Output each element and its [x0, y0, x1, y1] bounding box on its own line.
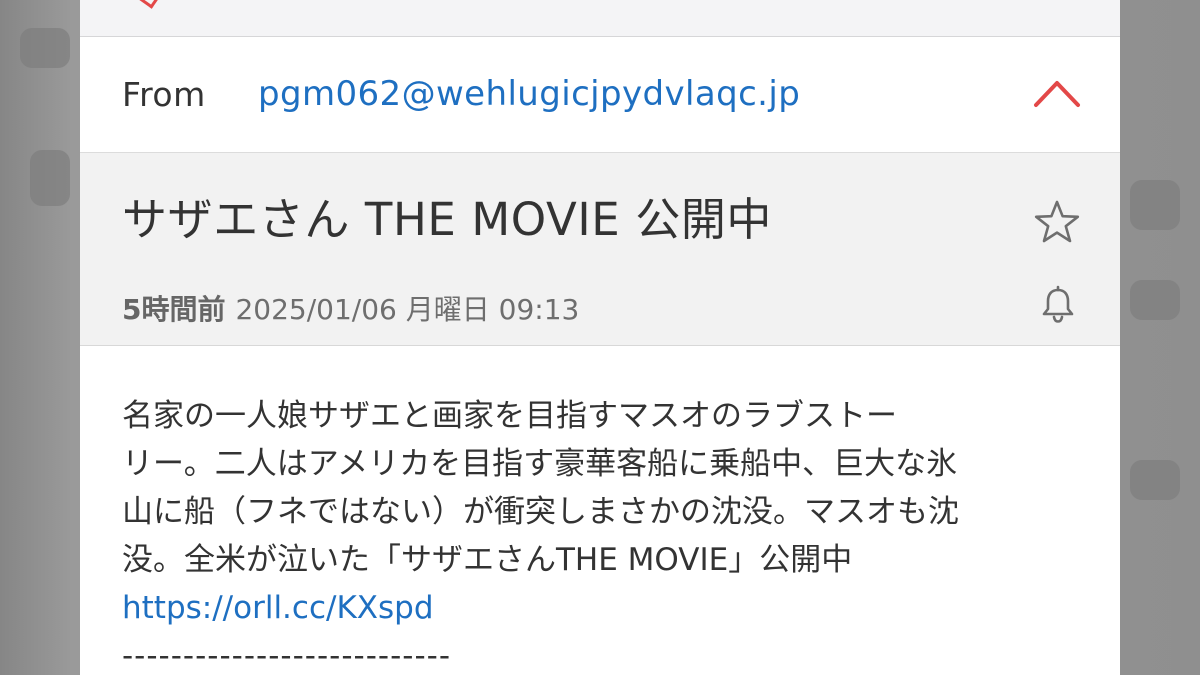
sender-row[interactable]: From pgm062@wehlugicjpydvlaqc.jp	[80, 37, 1120, 153]
email-detail-view: From pgm062@wehlugicjpydvlaqc.jp サザエさん T…	[80, 0, 1120, 675]
star-icon[interactable]	[1033, 198, 1081, 246]
background-blur-shape	[1130, 280, 1180, 320]
body-line: 山に船（フネではない）が衝突しまさかの沈没。マスオも沈	[122, 494, 959, 530]
datetime: 2025/01/06 月曜日 09:13	[235, 293, 580, 326]
relative-time: 5時間前	[122, 293, 226, 326]
body-line: リー。二人はアメリカを目指す豪華客船に乗船中、巨大な氷	[122, 446, 958, 482]
bell-icon[interactable]	[1038, 285, 1078, 325]
email-header: サザエさん THE MOVIE 公開中 5時間前 2025/01/06 月曜日 0…	[80, 153, 1120, 346]
sender-address[interactable]: pgm062@wehlugicjpydvlaqc.jp	[258, 74, 800, 114]
background-blur-shape	[1130, 460, 1180, 500]
body-line: 没。全米が泣いた「サザエさんTHE MOVIE」公開中	[122, 542, 853, 578]
body-divider: ---------------------------	[122, 638, 452, 674]
email-body: 名家の一人娘サザエと画家を目指すマスオのラブストー リー。二人はアメリカを目指す…	[122, 392, 1082, 675]
background-blur-shape	[1130, 180, 1180, 230]
toolbar-strip	[80, 0, 1120, 37]
background-blur-shape	[20, 28, 70, 68]
toolbar-mark-icon	[137, 0, 160, 9]
body-link[interactable]: https://orll.cc/KXspd	[122, 584, 1082, 632]
chevron-up-icon[interactable]	[1032, 75, 1082, 109]
email-timestamp: 5時間前 2025/01/06 月曜日 09:13	[122, 288, 579, 328]
email-subject: サザエさん THE MOVIE 公開中	[122, 193, 773, 246]
from-label: From	[122, 75, 206, 114]
body-line: 名家の一人娘サザエと画家を目指すマスオのラブストー	[122, 398, 897, 434]
background-blur-shape	[30, 150, 70, 206]
